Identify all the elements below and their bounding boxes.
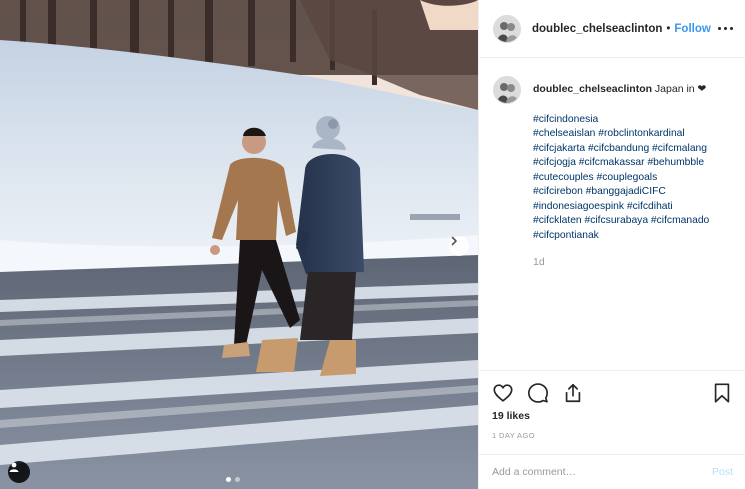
more-options-dot (723, 26, 727, 30)
post-header: doublec_chelseaclinton • Follow (479, 0, 745, 58)
hashtag-link[interactable]: #indonesiagoespink #cifcdihati (533, 201, 673, 212)
post-comment-button[interactable]: Post (712, 466, 733, 478)
follow-button[interactable]: Follow (674, 23, 710, 35)
caption-body: doublec_chelseaclinton Japan in ❤ #cifci… (533, 76, 732, 270)
bookmark-icon (714, 383, 730, 403)
post-timestamp: 1 DAY AGO (492, 431, 535, 440)
author-username[interactable]: doublec_chelseaclinton (532, 23, 662, 35)
hashtag-line: #chelseaislan #robclintonkardinal (533, 127, 732, 142)
caption-text: Japan in ❤ (654, 83, 707, 95)
hashtag-link[interactable]: #chelseaislan #robclintonkardinal (533, 128, 685, 139)
more-options-icon (717, 26, 721, 30)
comment-icon (528, 383, 548, 403)
like-button[interactable] (491, 381, 515, 405)
action-icons (491, 381, 585, 405)
next-photo-button[interactable] (449, 236, 469, 256)
heart-icon (493, 384, 513, 402)
more-options-dot (729, 26, 733, 30)
post-side-panel: doublec_chelseaclinton • Follow doublec_… (478, 0, 745, 489)
comments-section[interactable]: doublec_chelseaclinton Japan in ❤ #cifci… (479, 59, 745, 370)
share-icon (565, 383, 581, 403)
chevron-right-icon (451, 236, 457, 246)
save-button[interactable] (710, 381, 734, 405)
share-button[interactable] (561, 381, 585, 405)
hashtag-list: #cifcindonesia #chelseaislan #robclinton… (533, 113, 732, 244)
author-avatar[interactable] (493, 14, 521, 43)
hashtag-line: #cutecouples #couplegoals (533, 171, 732, 186)
hashtag-line: #cifcjogja #cifcmakassar #behumbble (533, 156, 732, 171)
hashtag-line: #cifcindonesia (533, 113, 732, 128)
hashtag-line: #cifcjakarta #cifcbandung #cifcmalang (533, 142, 732, 157)
follow-separator: • (666, 22, 671, 35)
hashtag-line: #indonesiagoespink #cifcdihati (533, 200, 732, 215)
hashtag-link[interactable]: #cutecouples #couplegoals (533, 172, 657, 183)
caption-username[interactable]: doublec_chelseaclinton (533, 83, 652, 95)
add-comment-bar: Post (479, 454, 745, 489)
post-photo[interactable] (0, 0, 478, 489)
tagged-users-button[interactable] (8, 461, 30, 483)
hashtag-line: #cifcirebon #banggajadiCIFC (533, 185, 732, 200)
caption-avatar[interactable] (493, 76, 521, 104)
hashtag-link[interactable]: #cifcpontianak (533, 230, 599, 241)
carousel-dot-active (226, 477, 231, 482)
hashtag-link[interactable]: #cifcindonesia (533, 114, 598, 125)
hashtag-link[interactable]: #cifcjogja #cifcmakassar #behumbble (533, 157, 704, 168)
comment-button[interactable] (526, 381, 550, 405)
user-icon (9, 462, 19, 472)
avatar-photo (494, 77, 520, 103)
carousel-indicator (226, 477, 240, 482)
caption: doublec_chelseaclinton Japan in ❤ #cifci… (493, 76, 732, 270)
hashtag-link[interactable]: #cifcjakarta #cifcbandung #cifcmalang (533, 143, 707, 154)
caption-time-ago: 1d (533, 256, 545, 268)
hashtag-link[interactable]: #cifcklaten #cifcsurabaya #cifcmanado (533, 215, 709, 226)
more-options-button[interactable] (716, 19, 734, 37)
hashtag-line: #cifcklaten #cifcsurabaya #cifcmanado (533, 214, 732, 229)
hashtag-link[interactable]: #cifcirebon #banggajadiCIFC (533, 186, 666, 197)
photo-scene (0, 0, 478, 489)
likes-count[interactable]: 19 likes (492, 410, 530, 422)
hashtag-line: #cifcpontianak (533, 229, 732, 244)
carousel-dot (235, 477, 240, 482)
avatar-photo (494, 15, 520, 42)
comment-input[interactable] (492, 466, 712, 478)
